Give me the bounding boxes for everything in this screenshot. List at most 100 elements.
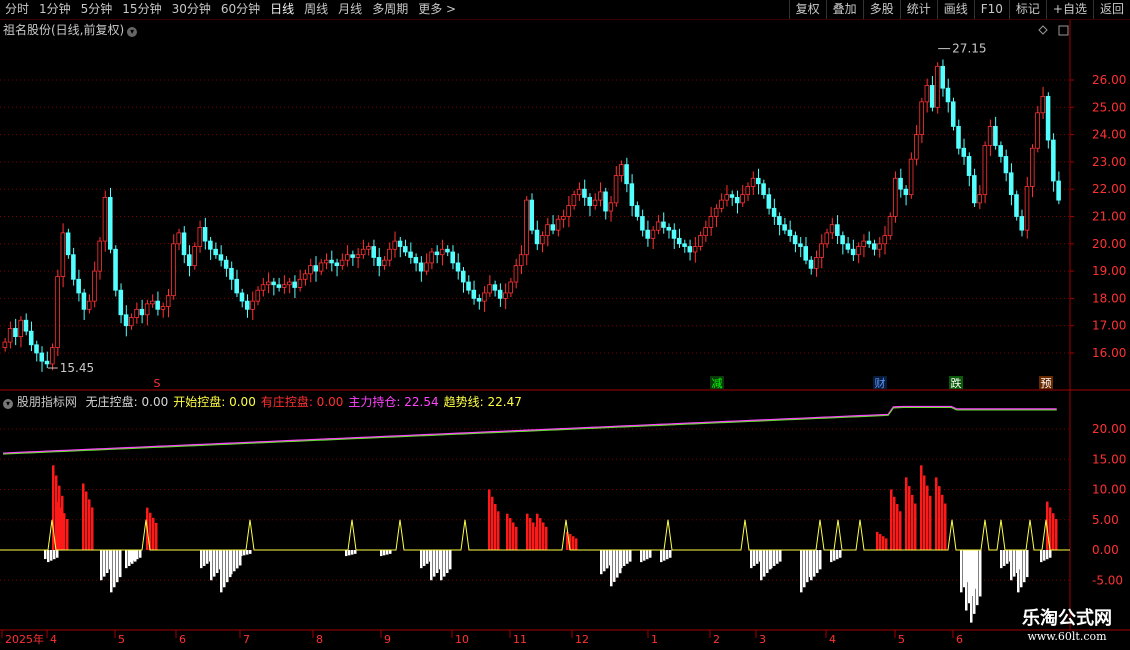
histogram-bar (839, 550, 842, 558)
histogram-bar (532, 522, 535, 550)
toolbar-button-4[interactable]: 画线 (936, 0, 974, 19)
candle-body (713, 207, 719, 217)
histogram-bar (103, 550, 106, 577)
toolbar-button-0[interactable]: 复权 (788, 0, 826, 19)
candle-body (871, 243, 877, 250)
candle-body (1024, 186, 1030, 231)
candle-body (150, 300, 155, 305)
price-tick-label: 16.00 (1092, 346, 1126, 360)
candle-body (471, 289, 477, 299)
main-holding-line (2, 405, 1057, 454)
candle-body (1014, 194, 1019, 217)
histogram-bar (819, 550, 822, 570)
candle-body (961, 147, 967, 157)
period-tab-1[interactable]: 1分钟 (34, 0, 76, 19)
toolbar-button-3[interactable]: 统计 (899, 0, 937, 19)
period-tab-4[interactable]: 30分钟 (167, 0, 216, 19)
price-tick-label: 24.00 (1092, 128, 1126, 142)
candle-body (587, 196, 592, 206)
toolbar-button-1[interactable]: 叠加 (825, 0, 863, 19)
toolbar-button-8[interactable]: 返回 (1092, 0, 1130, 19)
candle-body (882, 235, 888, 245)
histogram-bar (155, 522, 158, 550)
histogram-bar (491, 496, 494, 550)
histogram-bar (125, 550, 128, 569)
candle-body (929, 85, 935, 108)
period-tab-0[interactable]: 分时 (0, 0, 34, 19)
candle-body (397, 240, 403, 247)
candle-body (708, 216, 714, 228)
date-label: 3 (759, 633, 766, 646)
toolbar-button-5[interactable]: F10 (973, 0, 1009, 19)
period-tab-2[interactable]: 5分钟 (76, 0, 118, 19)
candle-body (1008, 172, 1014, 196)
candle-body (856, 246, 861, 256)
candle-body (429, 251, 434, 264)
candle-body (460, 270, 466, 283)
histogram-bar (1049, 550, 1052, 558)
period-tab-10[interactable]: 更多 > (413, 0, 461, 19)
candle-body (576, 188, 582, 196)
indicator-tick-label: -5.00 (1092, 573, 1123, 587)
histogram-bar (389, 550, 392, 554)
period-tab-8[interactable]: 月线 (333, 0, 367, 19)
candle-body (908, 158, 914, 196)
candle-body (624, 164, 629, 185)
period-tab-3[interactable]: 15分钟 (117, 0, 166, 19)
histogram-bar (152, 517, 155, 550)
toolbar-button-7[interactable]: +自选 (1045, 0, 1093, 19)
candle-body (703, 227, 708, 237)
histogram-bar (976, 550, 979, 606)
histogram-bar (890, 489, 893, 550)
histogram-bar (965, 550, 968, 611)
price-tick-label: 19.00 (1092, 264, 1126, 278)
histogram-bar (879, 534, 882, 550)
histogram-bar (1026, 550, 1029, 578)
chevron-down-icon[interactable]: ▾ (3, 399, 13, 409)
date-label: 2 (713, 633, 720, 646)
price-tick-label: 18.00 (1092, 291, 1126, 305)
candle-body (698, 235, 703, 247)
candle-body (439, 248, 445, 256)
histogram-bar (816, 550, 819, 573)
histogram-bar (923, 475, 926, 550)
period-tab-5[interactable]: 60分钟 (216, 0, 265, 19)
candle-body (524, 199, 529, 256)
candle-body (86, 300, 92, 310)
histogram-bar (941, 494, 944, 550)
trend-line (2, 407, 1057, 455)
candle-body (208, 240, 213, 250)
candle-body (550, 224, 556, 231)
candle-body (139, 308, 145, 316)
toolbar-button-2[interactable]: 多股 (862, 0, 900, 19)
candle-body (597, 191, 603, 201)
candle-body (935, 65, 940, 108)
candle-body (434, 251, 440, 256)
candle-body (2, 341, 8, 348)
histogram-bar (380, 550, 383, 557)
period-tab-7[interactable]: 周线 (299, 0, 333, 19)
indicator-tick-label: 20.00 (1092, 422, 1126, 436)
histogram-bar (905, 477, 908, 550)
price-tick-label: 20.00 (1092, 237, 1126, 251)
period-tab-6[interactable]: 日线 (265, 0, 299, 19)
period-tab-9[interactable]: 多周期 (367, 0, 413, 19)
histogram-bar (210, 550, 213, 581)
period-toolbar: 分时 1分钟 5分钟 15分钟 30分钟 60分钟 日线 周线 月线 多周期 更多 > 复权 叠加 多股… (0, 0, 1130, 20)
candle-body (445, 248, 450, 253)
candle-body (497, 289, 503, 299)
histogram-bar (47, 550, 50, 563)
candle-body (771, 207, 777, 217)
histogram-bar (613, 550, 616, 582)
candle-body (1035, 112, 1040, 149)
toolbar-button-6[interactable]: 标记 (1008, 0, 1046, 19)
kline-chart[interactable]: 26.0025.0024.0023.0022.0021.0020.0019.00… (0, 20, 1130, 650)
candle-body (877, 243, 882, 250)
histogram-bar (60, 507, 63, 550)
candle-body (676, 237, 682, 245)
candle-body (782, 224, 787, 231)
histogram-bar (606, 550, 609, 569)
candle-body (334, 262, 340, 267)
candle-body (1045, 95, 1051, 141)
histogram-bar (763, 550, 766, 577)
